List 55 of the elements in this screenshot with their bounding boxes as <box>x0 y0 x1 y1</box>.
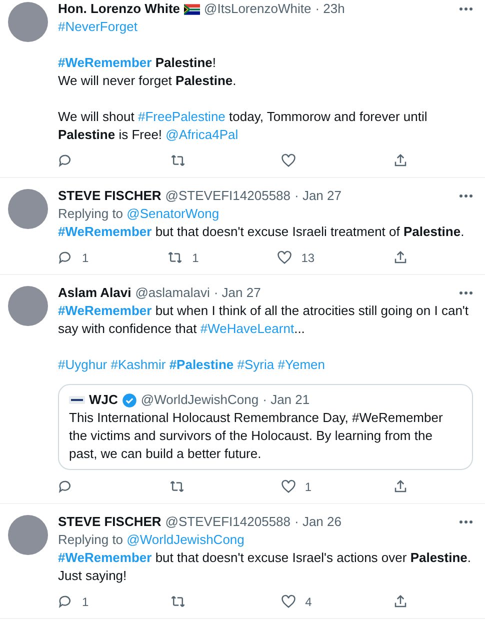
author-handle[interactable]: @STEVEFI14205588 <box>165 513 291 531</box>
reply-icon[interactable] <box>58 479 73 494</box>
author-name[interactable]: Hon. Lorenzo White <box>58 0 180 18</box>
reply-icon[interactable] <box>58 594 73 609</box>
avatar[interactable] <box>8 286 48 326</box>
action-count: 1 <box>82 250 89 264</box>
action-count: 1 <box>82 594 89 608</box>
timestamp[interactable]: · Jan 27 <box>214 284 261 302</box>
tweet-text: #WeRemember but when I think of all the atrocities still going on I can't say with confidence that #WeHaveLearnt... <box>58 302 470 338</box>
retweet-icon[interactable] <box>170 594 186 609</box>
logo-icon <box>69 396 85 404</box>
more-icon[interactable] <box>459 291 473 295</box>
share-icon[interactable] <box>393 479 408 494</box>
quoted-tweet[interactable]: WJC @WorldJewishCong · Jan 21 This International Holocaust Remembrance Day, #WeRemember the victims and survivors of the Holocaust. By learning from the past, we can build a better future. <box>58 384 473 470</box>
author-handle[interactable]: @ItsLorenzoWhite <box>204 0 312 18</box>
timestamp[interactable]: · Jan 26 <box>294 513 342 531</box>
tweet-text: #WeRemember but that doesn't excuse Israel's actions over Palestine. Just saying! <box>58 549 472 585</box>
action-count: 1 <box>304 480 312 494</box>
action-count: 13 <box>301 250 315 264</box>
retweet-icon[interactable] <box>167 250 184 265</box>
more-icon[interactable] <box>459 194 473 198</box>
heart-icon[interactable] <box>281 153 296 168</box>
timestamp[interactable]: · 23h <box>315 0 345 18</box>
quoted-tweet-text: This International Holocaust Remembrance Day, #WeRemember the victims and survivors of the Holocaust. By learning from the past, we can build a better future. <box>69 409 444 463</box>
author-handle[interactable]: @WorldJewishCong <box>140 391 259 409</box>
avatar[interactable] <box>8 515 48 555</box>
more-icon[interactable] <box>459 520 473 524</box>
author-name[interactable]: STEVE FISCHER <box>58 513 162 531</box>
share-icon[interactable] <box>392 153 408 168</box>
author-handle[interactable]: @STEVEFI14205588 <box>165 187 291 205</box>
author-name[interactable]: WJC <box>89 391 118 409</box>
avatar[interactable] <box>8 2 48 42</box>
reply-icon[interactable] <box>58 250 73 265</box>
heart-icon[interactable] <box>280 479 296 494</box>
tweet-text: #WeRemember but that doesn't excuse Israeli treatment of Palestine. <box>58 223 466 241</box>
more-icon[interactable] <box>459 7 473 11</box>
author-name[interactable]: Aslam Alavi <box>58 284 132 302</box>
tweet-text: We will shout #FreePalestine today, Tommorow and forever until Palestine is Free! @Africa4Pal <box>58 108 428 144</box>
share-icon[interactable] <box>392 594 408 609</box>
timestamp[interactable]: · Jan 21 <box>262 391 310 409</box>
heart-icon[interactable] <box>277 250 292 265</box>
share-icon[interactable] <box>393 250 408 265</box>
replying-to-text: Replying to @SenatorWong <box>58 205 220 223</box>
tweet-text: #WeRemember Palestine! We will never forget Palestine. <box>58 54 238 90</box>
replying-to-text: Replying to @WorldJewishCong <box>58 531 246 549</box>
avatar[interactable] <box>8 189 48 229</box>
reply-icon[interactable] <box>58 153 73 168</box>
timestamp[interactable]: · Jan 27 <box>294 187 342 205</box>
author-handle[interactable]: @aslamalavi <box>135 284 210 302</box>
retweet-icon[interactable] <box>170 153 186 168</box>
action-count: 4 <box>305 594 312 608</box>
author-name[interactable]: STEVE FISCHER <box>58 187 162 205</box>
retweet-icon[interactable] <box>169 479 186 494</box>
action-count: 1 <box>192 250 199 264</box>
heart-icon[interactable] <box>281 594 296 609</box>
